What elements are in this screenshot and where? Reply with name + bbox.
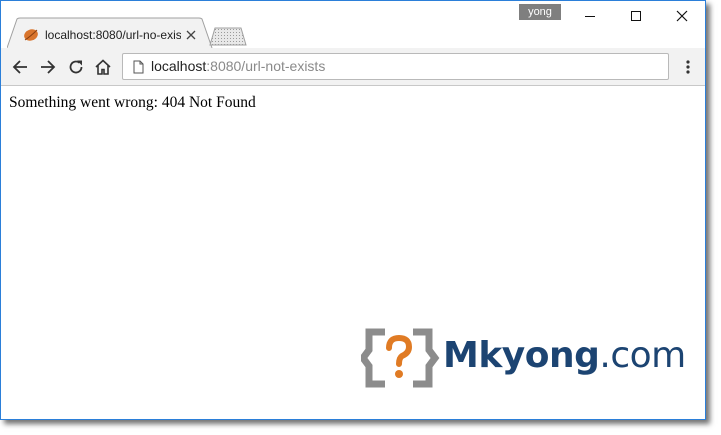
question-mark-logo-icon (358, 328, 440, 388)
back-button[interactable] (9, 56, 31, 78)
url-host: localhost (151, 58, 207, 74)
leaf-icon (24, 29, 38, 41)
logo-text: Mkyong.com (443, 327, 686, 385)
toolbar: localhost:8080/url-not-exists (1, 48, 705, 86)
minimize-icon (585, 16, 595, 17)
logo-brand: Mkyong (443, 335, 600, 376)
close-icon (676, 10, 688, 22)
kebab-menu-icon (686, 60, 690, 74)
reload-icon (69, 60, 83, 74)
new-tab-button[interactable] (209, 26, 247, 46)
tab-close-icon[interactable] (185, 29, 197, 41)
reload-button[interactable] (65, 56, 87, 78)
logo-domain: .com (599, 335, 686, 376)
url-text[interactable]: localhost:8080/url-not-exists (151, 54, 325, 79)
forward-button[interactable] (37, 56, 59, 78)
url-path: :8080/url-not-exists (206, 58, 326, 74)
maximize-button[interactable] (613, 1, 659, 31)
tab-title: localhost:8080/url-no-exis (45, 28, 181, 42)
minimize-button[interactable] (567, 1, 613, 31)
browser-window: yong localhost:8080/url-no-exis localhos… (0, 0, 706, 420)
page-content: Something went wrong: 404 Not Found Mkyo… (1, 86, 705, 419)
mkyong-watermark: Mkyong.com (358, 326, 691, 390)
maximize-icon (631, 11, 641, 21)
title-bar: yong localhost:8080/url-no-exis (1, 1, 705, 49)
back-arrow-icon (12, 60, 27, 74)
home-button[interactable] (92, 56, 114, 78)
page-icon (133, 60, 144, 74)
browser-menu-button[interactable] (681, 56, 695, 78)
error-message: Something went wrong: 404 Not Found (9, 94, 256, 111)
address-bar[interactable]: localhost:8080/url-not-exists (122, 53, 669, 80)
profile-badge[interactable]: yong (519, 4, 561, 20)
home-icon (95, 59, 111, 75)
forward-arrow-icon (41, 60, 56, 74)
close-window-button[interactable] (659, 1, 705, 31)
